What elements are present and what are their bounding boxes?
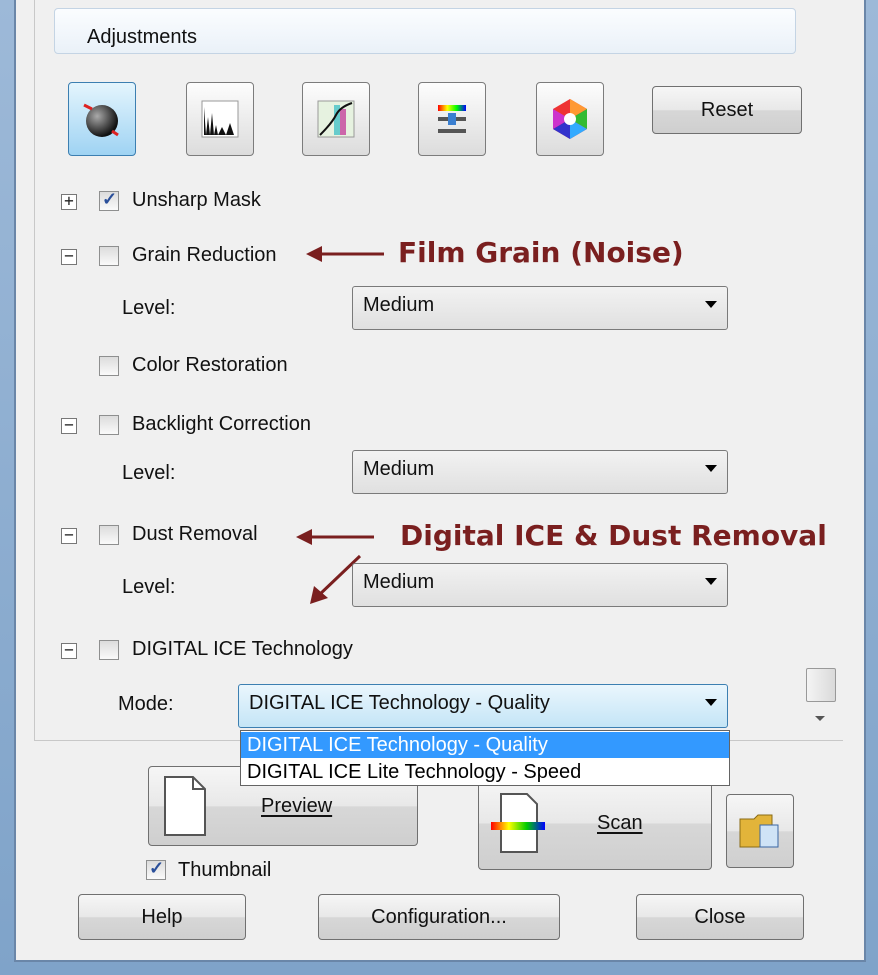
digital-ice-expander[interactable]: − [61,642,77,659]
mode-select[interactable]: DIGITAL ICE Technology - Quality [238,684,728,728]
adjustments-header: Adjustments [54,8,796,54]
histogram-button[interactable] [186,82,254,156]
color-balance-button[interactable] [418,82,486,156]
mode-option-quality[interactable]: DIGITAL ICE Technology - Quality [241,732,729,758]
scan-label: Scan [597,811,643,834]
backlight-correction-checkbox[interactable] [99,415,119,435]
backlight-level-value: Medium [363,458,435,480]
mode-label: Mode: [118,693,174,715]
grain-level-value: Medium [363,294,435,316]
tone-curve-button[interactable] [302,82,370,156]
annotation-arrow-grain [306,246,384,262]
configuration-button[interactable]: Configuration... [318,894,560,940]
annotation-arrow-dust [296,529,374,545]
page-icon [164,776,206,836]
dust-removal-expander[interactable]: − [61,527,77,544]
scan-icon [491,793,545,853]
thumbnail-label: Thumbnail [178,859,272,881]
backlight-correction-label: Backlight Correction [132,413,311,435]
scroll-down-arrow-icon[interactable] [815,716,825,721]
color-restoration-checkbox[interactable] [99,356,119,376]
unsharp-mask-label: Unsharp Mask [132,189,261,211]
annotation-digital-ice: Digital ICE & Dust Removal [400,519,827,552]
digital-ice-label: DIGITAL ICE Technology [132,638,353,660]
dust-removal-checkbox[interactable] [99,525,119,545]
backlight-level-label: Level: [122,462,176,484]
dust-level-select[interactable]: Medium [352,563,728,607]
histogram-icon [201,100,239,138]
annotation-film-grain: Film Grain (Noise) [398,236,684,269]
reset-button[interactable]: Reset [652,86,802,134]
dust-removal-label: Dust Removal [132,523,258,545]
color-restoration-label: Color Restoration [132,354,288,376]
color-palette-icon [553,99,587,139]
folder-icon [739,814,779,848]
chevron-down-icon [705,301,717,308]
mode-value: DIGITAL ICE Technology - Quality [249,692,550,714]
mode-option-speed[interactable]: DIGITAL ICE Lite Technology - Speed [241,759,729,785]
grain-level-select[interactable]: Medium [352,286,728,330]
help-button[interactable]: Help [78,894,246,940]
auto-exposure-button[interactable] [68,82,136,156]
adjustments-title: Adjustments [87,26,198,48]
mode-dropdown-list: DIGITAL ICE Technology - Quality DIGITAL… [240,730,730,786]
chevron-down-icon [705,578,717,585]
thumbnail-checkbox[interactable] [146,858,166,880]
scan-button[interactable]: Scan [478,776,712,870]
color-balance-icon [438,105,466,133]
grain-level-label: Level: [122,297,176,319]
unsharp-mask-checkbox[interactable] [99,189,119,211]
dust-level-label: Level: [122,576,176,598]
preview-label: Preview [261,794,333,817]
scrollbar-thumb[interactable] [806,668,836,702]
close-button[interactable]: Close [636,894,804,940]
grain-reduction-label: Grain Reduction [132,244,277,266]
chevron-down-icon [705,465,717,472]
backlight-level-select[interactable]: Medium [352,450,728,494]
color-palette-button[interactable] [536,82,604,156]
digital-ice-checkbox[interactable] [99,640,119,660]
unsharp-mask-expander[interactable]: + [61,193,77,210]
dust-level-value: Medium [363,571,435,593]
tone-curve-icon [317,100,355,138]
chevron-down-icon [705,699,717,706]
grain-reduction-expander[interactable]: − [61,248,77,265]
grain-reduction-checkbox[interactable] [99,246,119,266]
folder-button[interactable] [726,794,794,868]
auto-exposure-icon [83,103,119,137]
backlight-correction-expander[interactable]: − [61,417,77,434]
